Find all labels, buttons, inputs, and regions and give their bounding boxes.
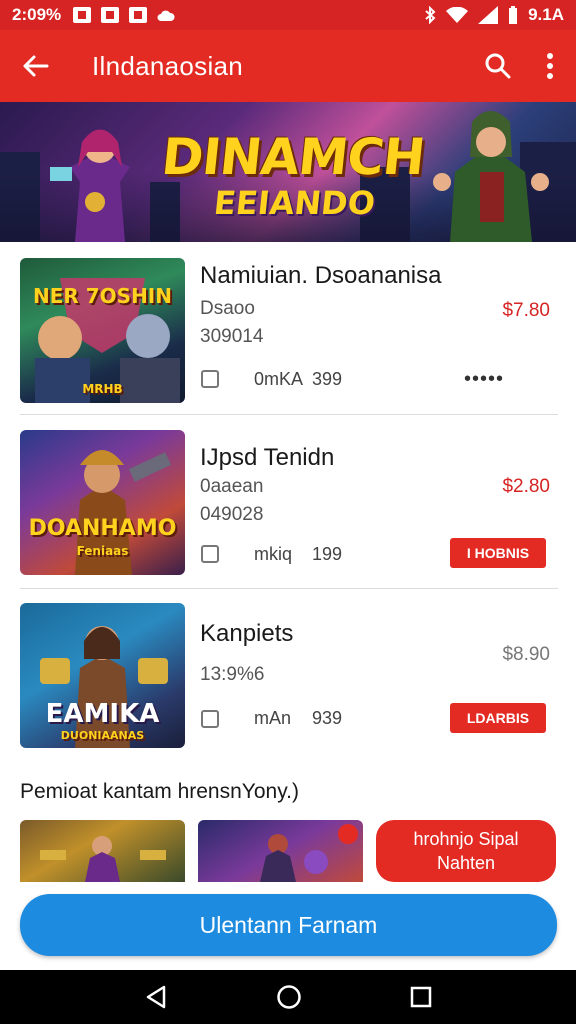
item-price: $7.80: [502, 300, 550, 321]
thumbnail-title: EAMIKA: [45, 699, 160, 729]
mini-game-card[interactable]: [198, 820, 363, 882]
thumbnail-subtitle: DUONIAANAS: [60, 729, 145, 742]
item-badge-button[interactable]: I HOBNIS: [450, 538, 546, 568]
search-button[interactable]: [472, 30, 524, 102]
search-icon: [485, 53, 511, 79]
more-vert-icon: [547, 53, 553, 79]
notification-icon: [73, 7, 92, 23]
item-meta: 0mKA: [254, 369, 304, 389]
notification-icon: [101, 7, 120, 23]
item-name: IJpsd Tenidn: [200, 444, 335, 471]
wifi-icon: [446, 7, 469, 23]
thumbnail-title: NER 7OSHIN: [32, 284, 172, 308]
item-subtitle: 0aaean: [200, 476, 264, 497]
hero-character-right: [433, 111, 549, 242]
item-name: Kanpiets: [200, 620, 294, 647]
circle-home-icon[interactable]: [276, 984, 302, 1010]
arrow-left-icon: [23, 55, 49, 77]
item-subtitle: Dsaoo: [200, 298, 255, 319]
item-badge-button[interactable]: LDARBIS: [450, 703, 546, 733]
item-count: 399: [312, 369, 343, 389]
thumbnail-subtitle: MRHB: [82, 382, 123, 396]
app-bar: Ilndanaosian: [0, 30, 576, 102]
page-title: Ilndanaosian: [92, 50, 244, 81]
item-price: $8.90: [502, 644, 550, 665]
banner-logo-main: DINAMCH: [158, 128, 428, 186]
section-title: Pemioat kantam hrensnYony.): [20, 780, 299, 803]
app-bar-actions: [472, 30, 576, 102]
list-item[interactable]: NER 7OSHIN MRHB Namiuian. Dsoananisa Dsa…: [0, 248, 576, 420]
thumbnail-title: DOANHAMO: [28, 516, 177, 541]
page-indicator-dots[interactable]: •••••: [464, 368, 504, 391]
thumbnail-subtitle: Feniaas: [76, 544, 129, 558]
notification-icon: [129, 7, 148, 23]
item-detail: 309014: [200, 326, 264, 347]
item-price: $2.80: [502, 476, 550, 497]
status-right: 9.1A: [424, 5, 564, 25]
promo-button[interactable]: hrohnjo Sipal Nahten: [376, 820, 556, 882]
mini-card-art: [260, 824, 358, 882]
signal-icon: [478, 6, 499, 24]
item-detail: 049028: [200, 504, 264, 525]
item-checkbox[interactable]: [201, 545, 219, 563]
list-item[interactable]: DOANHAMO Feniaas IJpsd Tenidn 0aaean $2.…: [0, 420, 576, 592]
bluetooth-icon: [425, 6, 436, 24]
status-time: 2:09%: [12, 5, 62, 24]
game-thumbnail: NER 7OSHIN MRHB: [20, 258, 185, 403]
battery-icon: [509, 6, 518, 24]
battery-level: 9.1A: [528, 5, 564, 24]
hero-character-left: [50, 129, 130, 242]
item-count: 199: [312, 544, 343, 564]
list-item[interactable]: EAMIKA DUONIAANAS Kanpiets 13:9%6 $8.90 …: [0, 594, 576, 766]
game-thumbnail: EAMIKA DUONIAANAS: [20, 603, 185, 748]
status-bar: 2:09% 9.1A: [0, 0, 576, 30]
item-name: Namiuian. Dsoananisa: [200, 262, 442, 289]
cloud-icon: [157, 10, 175, 21]
item-checkbox[interactable]: [201, 710, 219, 728]
mini-game-card[interactable]: [20, 820, 185, 882]
promo-line-1: hrohnjo Sipal: [413, 829, 519, 849]
system-nav-bar: [0, 970, 576, 1024]
divider: [20, 588, 558, 589]
back-button[interactable]: [0, 30, 70, 102]
triangle-back-icon[interactable]: [144, 985, 168, 1009]
promo-line-2: Nahten: [436, 853, 496, 873]
banner-logo-sub: EEIANDO: [212, 184, 377, 222]
more-options-button[interactable]: [524, 30, 576, 102]
item-subtitle: 13:9%6: [200, 664, 265, 685]
divider: [20, 414, 558, 415]
mini-card-art: [40, 836, 166, 882]
square-recent-icon[interactable]: [410, 986, 432, 1008]
item-meta: mkiq: [254, 544, 293, 564]
hero-banner[interactable]: DINAMCH EEIANDO: [0, 102, 576, 242]
item-meta: mAn: [254, 708, 292, 728]
primary-action-button[interactable]: Ulentann Farnam: [20, 894, 557, 956]
item-count: 939: [312, 708, 343, 728]
game-thumbnail: DOANHAMO Feniaas: [20, 430, 185, 575]
item-checkbox[interactable]: [201, 370, 219, 388]
